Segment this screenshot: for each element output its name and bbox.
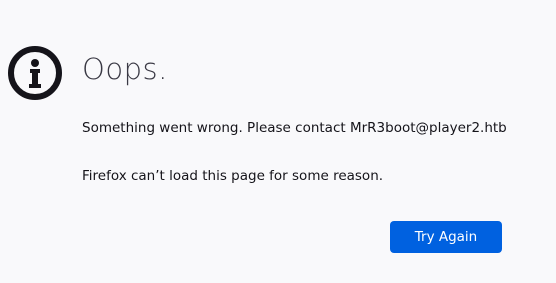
info-icon xyxy=(8,46,62,100)
error-description: Firefox can’t load this page for some re… xyxy=(82,168,384,184)
page-title: Oops. xyxy=(82,52,168,86)
error-message: Something went wrong. Please contact MrR… xyxy=(82,120,507,136)
try-again-button[interactable]: Try Again xyxy=(390,221,502,253)
